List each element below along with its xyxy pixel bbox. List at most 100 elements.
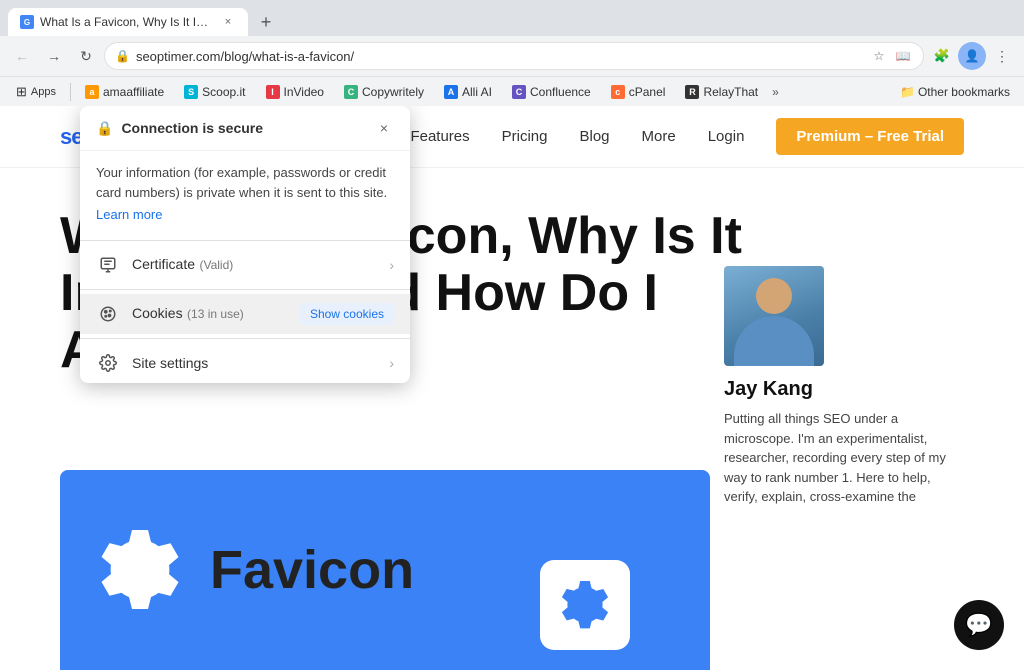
certificate-arrow-icon: › [389,257,394,273]
bookmark-cpanel-label: cPanel [629,85,666,99]
security-lock-icon: 🔒 [115,49,130,63]
bookmark-apps[interactable]: ⊞ Apps [8,82,64,102]
show-cookies-button[interactable]: Show cookies [300,303,394,325]
popup-title: Connection is secure [121,120,366,136]
new-tab-button[interactable]: + [252,8,280,36]
site-settings-arrow-icon: › [389,355,394,371]
cookies-text: Cookies (13 in use) [132,305,288,323]
bookmark-cpanel[interactable]: c cPanel [603,83,674,101]
bookmark-amaaffiliate[interactable]: a amaaffiliate [77,83,172,101]
certificate-icon [96,253,120,277]
nav-pricing[interactable]: Pricing [502,128,548,145]
popup-site-settings-item[interactable]: Site settings › [80,343,410,383]
bookmark-scoopit-label: Scoop.it [202,85,245,99]
alliai-favicon: A [444,85,458,99]
bookmarks-bar: ⊞ Apps a amaaffiliate S Scoop.it I InVid… [0,76,1024,106]
bookmark-relaythat-label: RelayThat [703,85,758,99]
bookmark-confluence-label: Confluence [530,85,591,99]
favicon-title-label: Favicon [210,539,414,601]
copywritely-favicon: C [344,85,358,99]
author-photo [724,266,824,366]
nav-bar: ← → ↻ 🔒 seoptimer.com/blog/what-is-a-fav… [0,36,1024,76]
active-tab[interactable]: G What Is a Favicon, Why Is It Imp... × [8,8,248,36]
bookmark-scoopit[interactable]: S Scoop.it [176,83,253,101]
bookmark-star-icon[interactable]: ☆ [869,46,889,66]
refresh-button[interactable]: ↻ [72,42,100,70]
bookmark-other-folder[interactable]: 📁 Other bookmarks [894,83,1016,101]
bookmark-alliai[interactable]: A Alli AI [436,83,500,101]
bookmark-relaythat[interactable]: R RelayThat [677,83,766,101]
popup-header: 🔒 Connection is secure × [80,106,410,151]
invideo-favicon: I [266,85,280,99]
apps-grid-icon: ⊞ [16,84,27,100]
cookies-sub: (13 in use) [187,307,244,321]
confluence-favicon: C [512,85,526,99]
nav-more[interactable]: More [642,128,676,145]
cookies-icon [96,302,120,326]
favicon-gear-svg [90,520,190,620]
chat-icon: 💬 [965,612,992,638]
popup-divider-1 [80,240,410,241]
address-bar-icons: ☆ 📖 [869,46,913,66]
certificate-text: Certificate (Valid) [132,256,377,274]
site-settings-label: Site settings [132,355,377,371]
site-settings-gear-icon [96,351,120,375]
url-text: seoptimer.com/blog/what-is-a-favicon/ [136,49,863,64]
bookmark-other-label: Other bookmarks [918,85,1010,99]
cookies-label: Cookies [132,305,183,321]
popup-close-button[interactable]: × [374,118,394,138]
security-popup: 🔒 Connection is secure × Your informatio… [80,106,410,383]
popup-divider-3 [80,338,410,339]
nav-login[interactable]: Login [708,128,745,145]
favicon-illustration-area: Favicon [60,470,710,670]
certificate-label: Certificate [132,256,195,272]
certificate-sub: (Valid) [199,258,233,272]
bookmark-invideo[interactable]: I InVideo [258,83,332,101]
browser-chrome: G What Is a Favicon, Why Is It Imp... × … [0,0,1024,106]
bookmark-alliai-label: Alli AI [462,85,492,99]
favicon-white-card [540,560,630,650]
menu-icon[interactable]: ⋮ [988,42,1016,70]
popup-divider-2 [80,289,410,290]
bookmark-amaaffiliate-label: amaaffiliate [103,85,164,99]
tab-close-button[interactable]: × [220,14,236,30]
forward-button[interactable]: → [40,42,68,70]
popup-certificate-item[interactable]: Certificate (Valid) › [80,245,410,285]
author-name: Jay Kang [724,378,964,401]
nav-blog[interactable]: Blog [580,128,610,145]
popup-lock-icon: 🔒 [96,120,113,137]
amaaffiliate-favicon: a [85,85,99,99]
nav-premium-button[interactable]: Premium – Free Trial [776,118,964,155]
bookmark-divider [70,83,71,101]
popup-body: Your information (for example, passwords… [80,151,410,236]
bookmark-overflow[interactable]: » [772,85,779,99]
scoopit-favicon: S [184,85,198,99]
bookmark-confluence[interactable]: C Confluence [504,83,599,101]
address-bar[interactable]: 🔒 seoptimer.com/blog/what-is-a-favicon/ … [104,42,924,70]
folder-icon: 📁 [900,85,915,99]
tab-favicon: G [20,15,34,29]
popup-description: Your information (for example, passwords… [96,163,394,202]
popup-learn-more-link[interactable]: Learn more [96,207,162,222]
bookmark-apps-label: Apps [31,86,56,98]
bookmark-copywritely-label: Copywritely [362,85,424,99]
favicon-blue-background: Favicon [60,470,710,670]
extensions-icon[interactable]: 🧩 [928,42,956,70]
author-section: Jay Kang Putting all things SEO under a … [724,266,964,507]
chat-widget-button[interactable]: 💬 [954,600,1004,650]
tab-title: What Is a Favicon, Why Is It Imp... [40,15,214,29]
page-content: seoptimer Features Pricing Blog More Log… [0,106,1024,670]
profile-icon[interactable]: 👤 [958,42,986,70]
nav-features[interactable]: Features [410,128,469,145]
reading-mode-icon[interactable]: 📖 [893,46,913,66]
bookmark-copywritely[interactable]: C Copywritely [336,83,432,101]
bookmark-invideo-label: InVideo [284,85,324,99]
author-bio: Putting all things SEO under a microscop… [724,409,964,507]
popup-cookies-item[interactable]: Cookies (13 in use) Show cookies [80,294,410,334]
favicon-card-gear [555,575,615,635]
cpanel-favicon: c [611,85,625,99]
site-nav-links: Features Pricing Blog More Login Premium… [410,118,964,155]
relaythat-favicon: R [685,85,699,99]
back-button[interactable]: ← [8,42,36,70]
toolbar-icons: 🧩 👤 ⋮ [928,42,1016,70]
